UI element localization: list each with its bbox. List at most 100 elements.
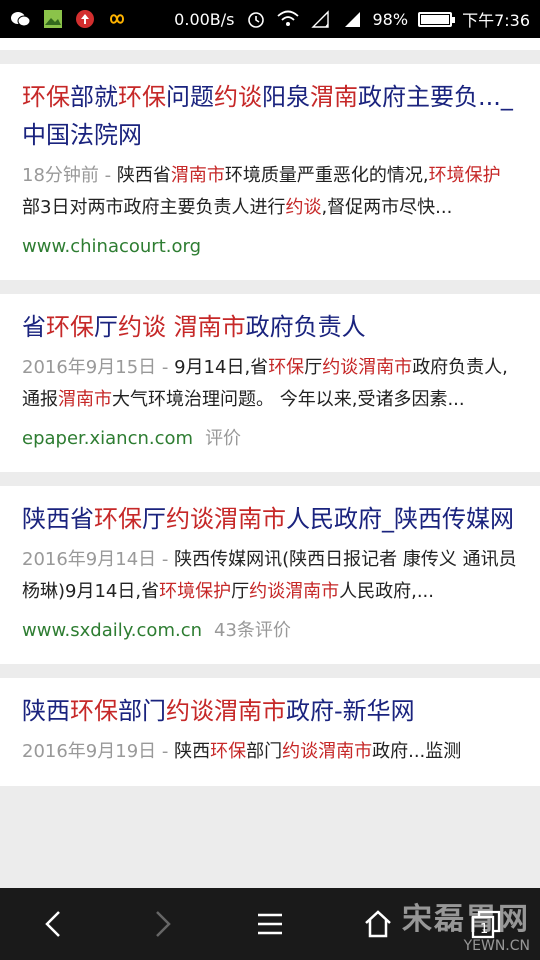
network-speed: 0.00B/s	[174, 9, 235, 29]
status-bar: 0.00B/s 98% 下午7:36	[0, 0, 540, 38]
result-title-segment: 约谈渭南市	[166, 505, 286, 533]
battery-percent: 98%	[372, 9, 409, 29]
result-snippet: 2016年9月14日 - 陕西传媒网讯(陕西日报记者 康传义 通讯员 杨琳)9月…	[22, 544, 518, 608]
clock: 下午7:36	[462, 11, 530, 30]
wifi-icon	[276, 8, 299, 30]
result-title-segment: 环保	[22, 83, 70, 111]
watermark: 宋磊胃网	[402, 902, 530, 937]
upload-icon	[74, 8, 96, 30]
result-snippet-segment: 环境质量严重恶化的情况,	[224, 165, 429, 186]
result-snippet-segment: 渭南市	[58, 389, 112, 410]
result-url[interactable]: www.chinacourt.org	[22, 236, 201, 257]
signal-icon-1	[309, 8, 331, 30]
result-title-segment: 渭南	[310, 83, 358, 111]
result-card[interactable]: 陕西环保部门约谈渭南市政府-新华网 2016年9月19日 - 陕西环保部门约谈渭南…	[0, 678, 540, 786]
result-comments-link[interactable]: 43条评价	[214, 620, 291, 641]
result-snippet-segment: 9月14日,省	[174, 357, 269, 378]
status-bar-right: 0.00B/s 98% 下午7:36	[174, 7, 530, 31]
result-title-segment: 陕西	[22, 697, 70, 725]
previous-card-bottom	[0, 38, 540, 50]
result-snippet-segment: 厅	[304, 357, 323, 378]
result-snippet-segment: 环保	[210, 741, 247, 762]
result-title[interactable]: 环保部就环保问题约谈阳泉渭南政府主要负..._中国法院网	[22, 78, 518, 154]
menu-icon	[258, 913, 282, 935]
result-date: 18分钟前 -	[22, 165, 117, 186]
result-snippet-segment: 部门	[246, 741, 283, 762]
result-snippet-segment: 环境保护	[428, 165, 501, 186]
watermark-sub: YEWN.CN	[463, 938, 530, 954]
result-snippet-segment: 人民政府,...	[339, 581, 434, 602]
menu-button[interactable]	[240, 894, 300, 954]
result-title-segment: 厅	[142, 505, 166, 533]
result-snippet-segment: 约谈渭南市	[249, 581, 340, 602]
back-icon	[45, 911, 60, 937]
result-snippet-segment: ,督促两市尽快...	[321, 197, 453, 218]
result-title-segment: 部就	[70, 83, 118, 111]
result-title-segment: 约谈	[214, 83, 262, 111]
result-title-segment: 环保	[46, 313, 94, 341]
result-url[interactable]: www.sxdaily.com.cn	[22, 620, 202, 641]
battery-fill	[421, 14, 449, 24]
result-title[interactable]: 省环保厅约谈 渭南市政府负责人	[22, 308, 518, 346]
battery-icon	[418, 11, 456, 27]
result-title-segment: 环保	[118, 83, 166, 111]
status-bar-left	[10, 8, 128, 30]
result-snippet: 2016年9月15日 - 9月14日,省环保厅约谈渭南市政府负责人,通报渭南市大…	[22, 352, 518, 416]
result-title-segment: 部门	[118, 697, 166, 725]
alarm-icon	[245, 8, 267, 30]
result-snippet: 18分钟前 - 陕西省渭南市环境质量严重恶化的情况,环境保护部3日对两市政府主要…	[22, 160, 518, 224]
result-title[interactable]: 陕西环保部门约谈渭南市政府-新华网	[22, 692, 518, 730]
result-title-segment: 陕西省	[22, 505, 94, 533]
signal-icon-2	[341, 8, 363, 30]
result-snippet: 2016年9月19日 - 陕西环保部门约谈渭南市政府...监测	[22, 736, 518, 768]
forward-icon	[156, 911, 171, 937]
result-date: 2016年9月19日 -	[22, 741, 175, 762]
forward-button[interactable]	[132, 894, 192, 954]
result-title-segment: 环保	[70, 697, 118, 725]
result-snippet-segment: 约谈渭南市	[322, 357, 413, 378]
browser-toolbar: 1 宋磊胃网 YEWN.CN	[0, 888, 540, 960]
results-list: 环保部就环保问题约谈阳泉渭南政府主要负..._中国法院网 18分钟前 - 陕西省渭…	[0, 64, 540, 786]
search-results: 环保部就环保问题约谈阳泉渭南政府主要负..._中国法院网 18分钟前 - 陕西省渭…	[0, 38, 540, 888]
back-button[interactable]	[24, 894, 84, 954]
result-snippet-segment: 环保	[268, 357, 305, 378]
gallery-icon	[42, 8, 64, 30]
result-title-segment: 约谈渭南市	[166, 697, 286, 725]
result-snippet-segment: 约谈渭南市	[282, 741, 373, 762]
home-button[interactable]	[348, 894, 408, 954]
result-snippet-segment: 陕西省	[116, 165, 171, 186]
result-snippet-segment: 政府...监测	[372, 741, 462, 762]
result-url[interactable]: epaper.xiancn.com	[22, 428, 193, 449]
result-title-segment: 阳泉	[262, 83, 310, 111]
result-meta: www.chinacourt.org	[22, 232, 518, 262]
result-date: 2016年9月14日 -	[22, 549, 175, 570]
result-title-segment	[166, 313, 174, 341]
result-snippet-segment: 大气环境治理问题。 今年以来,受诸多因素...	[112, 389, 465, 410]
result-meta: epaper.xiancn.com 评价	[22, 424, 518, 454]
result-title[interactable]: 陕西省环保厅约谈渭南市人民政府_陕西传媒网	[22, 500, 518, 538]
result-title-segment: 环保	[94, 505, 142, 533]
wechat-icon	[10, 8, 32, 30]
result-snippet-segment: 陕西	[174, 741, 211, 762]
result-title-segment: 约谈	[118, 313, 166, 341]
result-title-segment: 政府负责人	[245, 313, 366, 341]
result-snippet-segment: 约谈	[285, 197, 322, 218]
infinity-icon	[106, 8, 128, 30]
result-date: 2016年9月15日 -	[22, 357, 175, 378]
result-snippet-segment: 环境保护	[159, 581, 232, 602]
result-snippet-segment: 厅	[231, 581, 250, 602]
result-title-segment: 省	[22, 313, 46, 341]
home-icon	[365, 910, 391, 938]
result-meta: www.sxdaily.com.cn 43条评价	[22, 616, 518, 646]
result-title-segment: 人民政府_陕西传媒网	[286, 505, 514, 533]
result-title-segment: 政府-新华网	[286, 697, 415, 725]
result-card[interactable]: 省环保厅约谈 渭南市政府负责人 2016年9月15日 - 9月14日,省环保厅约谈…	[0, 294, 540, 472]
result-title-segment: 渭南市	[173, 313, 246, 341]
result-title-segment: 厅	[94, 313, 118, 341]
result-card[interactable]: 环保部就环保问题约谈阳泉渭南政府主要负..._中国法院网 18分钟前 - 陕西省渭…	[0, 64, 540, 280]
result-snippet-segment: 部3日对两市政府主要负责人进行	[22, 197, 286, 218]
result-comments-link[interactable]: 评价	[205, 428, 241, 449]
result-title-segment: 问题	[166, 83, 214, 111]
result-snippet-segment: 渭南市	[170, 165, 225, 186]
result-card[interactable]: 陕西省环保厅约谈渭南市人民政府_陕西传媒网 2016年9月14日 - 陕西传媒网讯…	[0, 486, 540, 664]
